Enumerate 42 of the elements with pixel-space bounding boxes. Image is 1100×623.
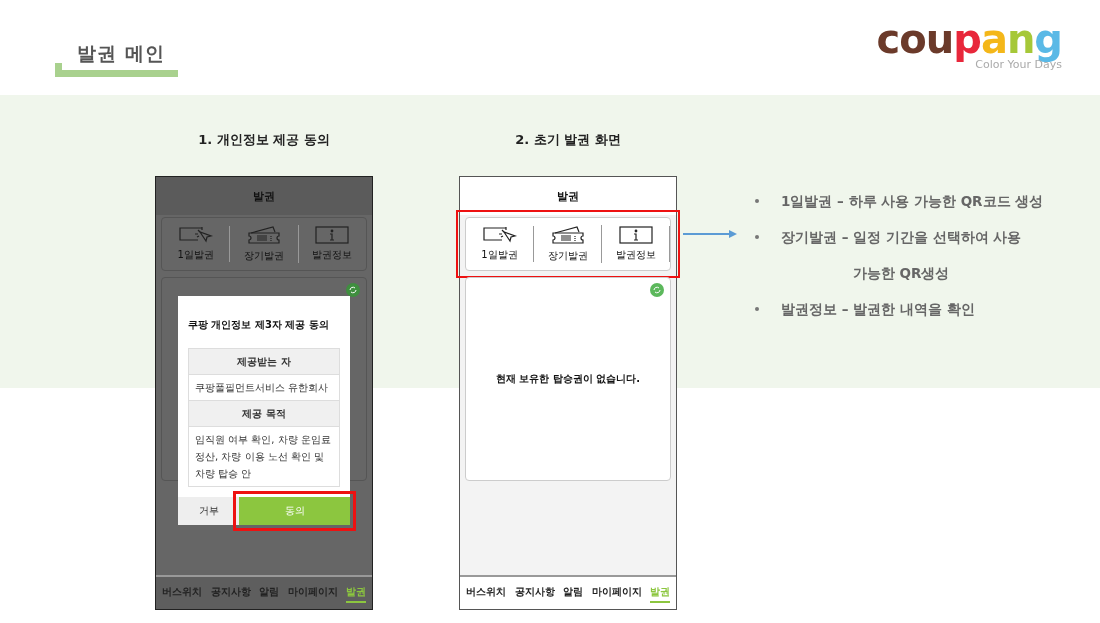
bullet-icon [755, 307, 759, 311]
nav-tab[interactable]: 알림 [563, 583, 583, 603]
nav-tab[interactable]: 버스위치 [466, 583, 506, 603]
ticket-icon [549, 225, 586, 245]
note-line: 장기발권 – 일정 기간을 선택하여 사용 [781, 228, 1022, 247]
menu-item[interactable]: 장기발권 [534, 225, 602, 263]
empty-message: 현재 보유한 탑승권이 없습니다. [495, 372, 641, 386]
menu-item[interactable]: 발권정보 [602, 226, 670, 262]
dialog-title: 쿠팡 개인정보 제3자 제공 동의 [187, 318, 330, 332]
bullet-icon [755, 235, 759, 239]
bullet-icon [755, 199, 759, 203]
table-heading: 제공받는 자 [189, 349, 339, 375]
nav-tab[interactable]: 마이페이지 [287, 583, 338, 603]
app-title: 발권 [156, 177, 372, 215]
cursor-card-icon [481, 226, 518, 244]
nav-tab[interactable]: 알림 [259, 583, 279, 603]
screen-caption: 1. 개인정보 제공 동의 [198, 131, 330, 149]
refresh-icon[interactable] [346, 283, 360, 297]
info-icon [314, 226, 351, 244]
nav-tab[interactable]: 발권 [650, 583, 670, 603]
arrow-icon [683, 229, 737, 239]
menu-item[interactable]: 장기발권 [230, 225, 299, 263]
note-line: 가능한 QR생성 [852, 264, 950, 283]
page-title: 발권 메인 [77, 43, 165, 63]
logo-wordmark: coupang [876, 18, 1062, 60]
nav-tab[interactable]: 버스위치 [162, 583, 202, 603]
table-heading: 제공 목적 [189, 401, 339, 427]
info-icon [617, 226, 654, 244]
menu-item[interactable]: 1일발권 [162, 226, 231, 262]
screen-caption: 2. 초기 발권 화면 [515, 131, 621, 149]
nav-tab[interactable]: 공지사항 [514, 583, 555, 603]
nav-tab[interactable]: 마이페이지 [591, 583, 642, 603]
note-line: 발권정보 – 발권한 내역을 확인 [781, 300, 975, 319]
ticket-icon [246, 225, 282, 245]
note-line: 1일발권 – 하루 사용 가능한 QR코드 생성 [781, 192, 1044, 211]
app-title: 발권 [460, 177, 676, 215]
cursor-card-icon [177, 226, 214, 244]
decline-button[interactable]: 거부 [178, 497, 240, 525]
nav-tab[interactable]: 공지사항 [210, 583, 251, 603]
menu-item[interactable]: 1일발권 [466, 226, 534, 262]
menu-item[interactable]: 발권정보 [298, 226, 366, 262]
nav-tab[interactable]: 발권 [346, 583, 366, 603]
